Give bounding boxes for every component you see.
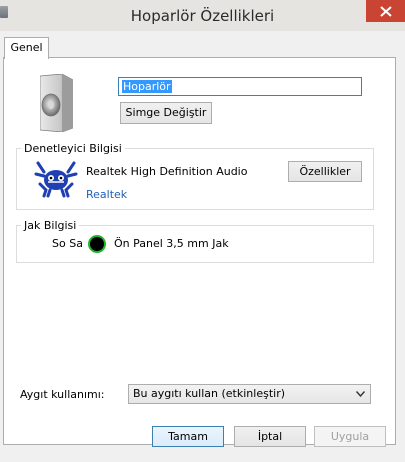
cancel-button[interactable]: İptal [234,426,306,447]
jack-status-icon [90,237,104,251]
window-title: Hoparlör Özellikleri [130,7,275,25]
speaker-icon [40,74,73,132]
close-icon [379,5,392,17]
apply-button[interactable]: Uygula [314,426,386,447]
device-name-value: Hoparlör [122,80,172,93]
device-usage-select[interactable]: Bu aygıtı kullan (etkinleştir) [128,384,371,404]
tab-genel[interactable]: Genel [4,37,49,59]
ok-button[interactable]: Tamam [152,426,224,447]
change-icon-button[interactable]: Simge Değiştir [120,102,212,124]
controller-info-label: Denetleyici Bilgisi [21,142,125,155]
jack-info-label: Jak Bilgisi [21,219,80,232]
jack-channel: So Sa [52,237,83,250]
realtek-crab-icon [34,161,78,198]
chevron-down-icon [356,391,365,397]
realtek-link[interactable]: Realtek [86,188,127,201]
controller-properties-button[interactable]: Özellikler [288,161,362,182]
device-usage-label: Aygıt kullanımı: [20,388,105,401]
controller-name: Realtek High Definition Audio [86,165,248,178]
jack-description: Ön Panel 3,5 mm Jak [114,237,229,250]
device-usage-value: Bu aygıtı kullan (etkinleştir) [133,387,286,400]
device-name-input[interactable]: Hoparlör [118,77,362,96]
close-button[interactable] [366,0,405,22]
title-bar: Hoparlör Özellikleri [0,0,405,32]
